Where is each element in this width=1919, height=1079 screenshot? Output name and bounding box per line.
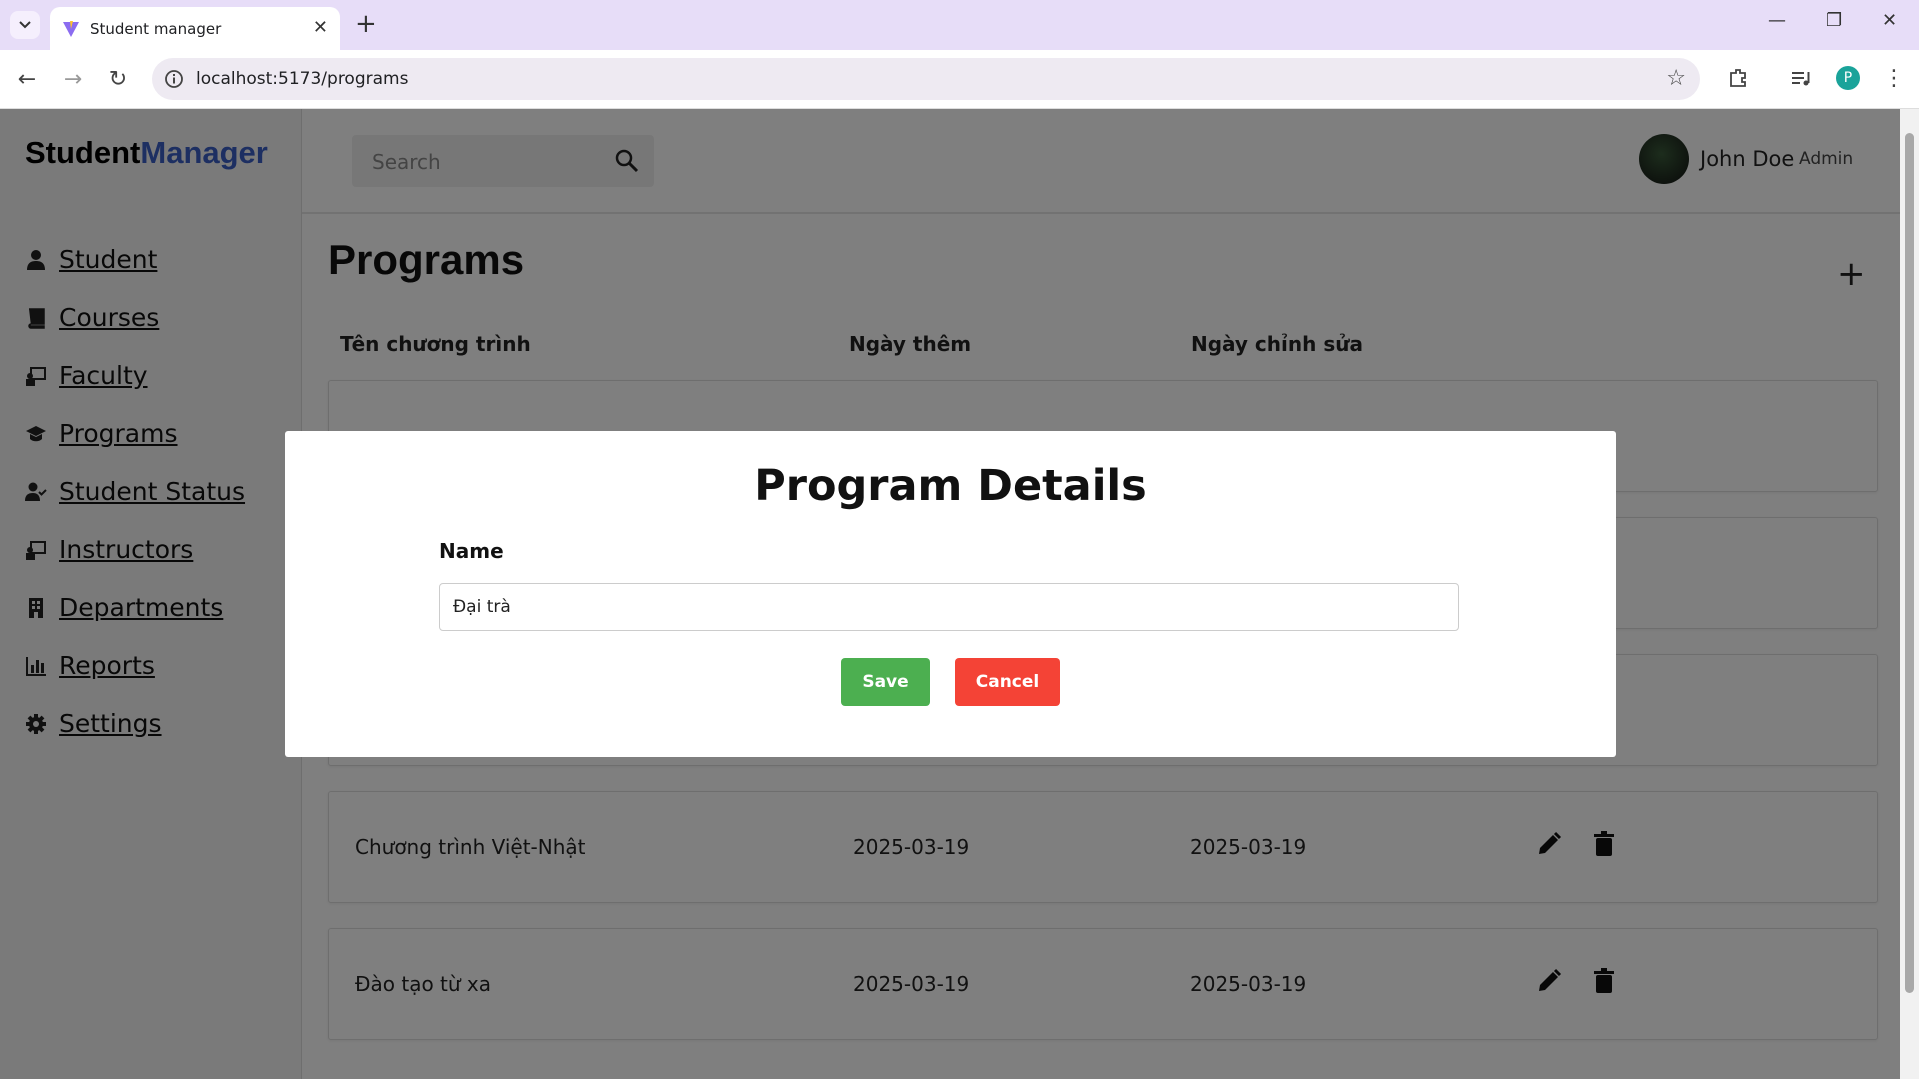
media-controls-icon[interactable]	[1787, 64, 1815, 92]
browser-tab-strip: Student manager ✕ + — ❐ ✕	[0, 0, 1919, 50]
profile-avatar[interactable]: P	[1836, 66, 1860, 90]
tab-title: Student manager	[90, 20, 222, 38]
bookmark-star-icon[interactable]: ☆	[1666, 66, 1686, 91]
browser-menu-icon[interactable]: ⋮	[1880, 64, 1908, 92]
url-text: localhost:5173/programs	[196, 69, 409, 89]
vite-logo-icon	[63, 21, 79, 37]
site-info-icon[interactable]	[164, 69, 184, 89]
modal-title: Program Details	[754, 461, 1147, 511]
new-tab-button[interactable]: +	[355, 9, 377, 39]
browser-tab[interactable]: Student manager ✕	[50, 7, 340, 50]
close-tab-icon[interactable]: ✕	[313, 17, 328, 38]
page-scrollbar[interactable]	[1900, 109, 1919, 1079]
back-icon[interactable]: ←	[12, 64, 42, 94]
save-button[interactable]: Save	[841, 658, 930, 706]
name-field[interactable]	[439, 583, 1459, 631]
browser-toolbar: ← → ↻ localhost:5173/programs ☆ P ⋮	[0, 50, 1919, 109]
chevron-down-icon	[19, 21, 31, 29]
close-window-icon[interactable]: ✕	[1882, 10, 1897, 31]
address-bar[interactable]: localhost:5173/programs ☆	[152, 58, 1700, 100]
restore-icon[interactable]: ❐	[1826, 10, 1842, 31]
cancel-button[interactable]: Cancel	[955, 658, 1060, 706]
name-label: Name	[439, 539, 504, 563]
scrollbar-thumb[interactable]	[1905, 133, 1914, 993]
program-details-modal: Program Details Name Save Cancel	[285, 431, 1616, 757]
tab-search-button[interactable]	[10, 11, 40, 39]
minimize-icon[interactable]: —	[1768, 10, 1786, 31]
extensions-icon[interactable]	[1724, 64, 1752, 92]
reload-icon[interactable]: ↻	[103, 64, 133, 94]
forward-icon[interactable]: →	[58, 64, 88, 94]
